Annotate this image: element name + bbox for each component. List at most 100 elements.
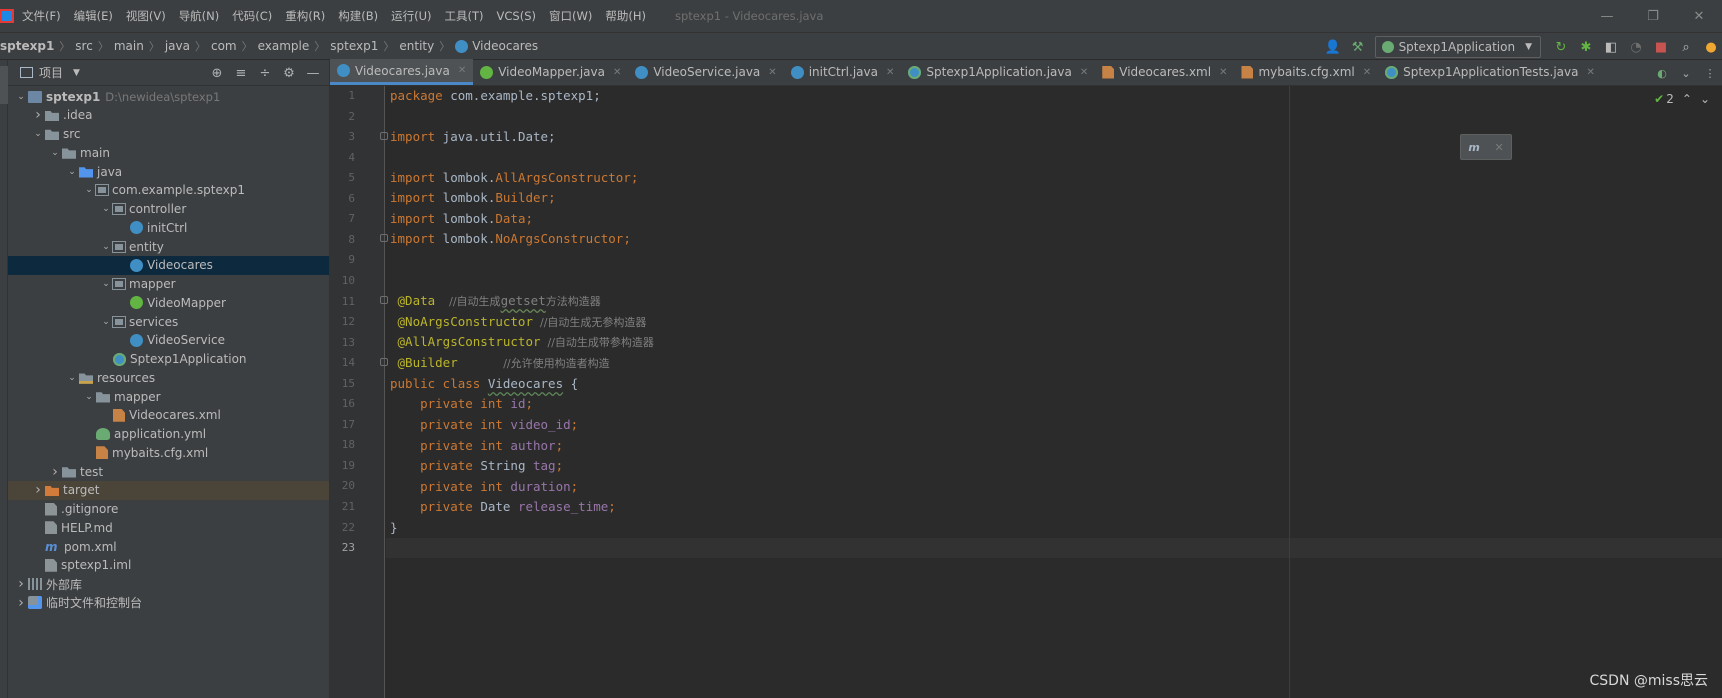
close-tab-icon[interactable]: ✕: [1586, 67, 1594, 78]
fold-marker-icon[interactable]: [380, 234, 388, 242]
project-view-selector[interactable]: 项目: [39, 64, 63, 81]
rerun-icon[interactable]: ↻: [1550, 36, 1572, 58]
tree-node-services[interactable]: ⌄ services: [8, 312, 329, 331]
close-tab-icon[interactable]: ✕: [886, 67, 894, 78]
breadcrumb-item-entity[interactable]: entity: [399, 39, 434, 53]
tree-node-videocares[interactable]: Videocares: [8, 255, 329, 275]
chevron-up-icon[interactable]: ⌃: [1682, 92, 1692, 106]
tree-node-videoservice[interactable]: VideoService: [8, 331, 329, 350]
collapse-all-icon[interactable]: ÷: [253, 66, 277, 81]
chevron-right-icon[interactable]: ›: [31, 482, 45, 498]
spring-icon[interactable]: ◐: [1650, 67, 1674, 80]
inspection-widget[interactable]: ✔ 2 ⌃ ⌄: [1646, 92, 1710, 106]
build-hammer-icon[interactable]: ⚒: [1347, 36, 1369, 58]
tree-node-mapper[interactable]: ⌄ mapper: [8, 275, 329, 294]
breadcrumb-item-java[interactable]: java: [165, 39, 190, 53]
tree-node-pom-xml[interactable]: m pom.xml: [8, 537, 329, 556]
breadcrumb-item-main[interactable]: main: [114, 39, 144, 53]
chevron-down-icon[interactable]: ⌄: [1700, 92, 1710, 106]
tree-node-main[interactable]: ⌄ main: [8, 143, 329, 162]
close-tab-icon[interactable]: ✕: [1080, 67, 1088, 78]
menu-code[interactable]: 代码(C): [232, 8, 272, 24]
close-tab-icon[interactable]: ✕: [768, 67, 776, 78]
close-window-button[interactable]: ✕: [1676, 9, 1722, 24]
chevron-down-icon[interactable]: ⌄: [1674, 67, 1698, 80]
chevron-down-icon[interactable]: ⌄: [99, 279, 113, 289]
menu-edit[interactable]: 编辑(E): [74, 8, 113, 24]
locate-file-icon[interactable]: ⊕: [205, 66, 229, 81]
chevron-right-icon[interactable]: ›: [31, 107, 45, 123]
profile-icon[interactable]: ◔: [1625, 36, 1647, 58]
fold-marker-icon[interactable]: [380, 132, 388, 140]
tree-node-mapper[interactable]: ⌄ mapper: [8, 387, 329, 406]
breadcrumb-item-sptexp1[interactable]: sptexp1: [0, 39, 54, 53]
tree-node-target[interactable]: › target: [8, 480, 329, 500]
menu-window[interactable]: 窗口(W): [549, 8, 592, 24]
menu-file[interactable]: 文件(F): [22, 8, 61, 24]
project-tool-window-tab[interactable]: [0, 66, 8, 104]
breadcrumb-item-com[interactable]: com: [211, 39, 237, 53]
breadcrumb-item-example[interactable]: example: [258, 39, 310, 53]
close-icon[interactable]: ✕: [1494, 141, 1503, 154]
chevron-down-icon[interactable]: ⌄: [65, 167, 79, 177]
editor-tab-initctrl-java[interactable]: initCtrl.java ✕: [784, 59, 902, 85]
editor-tab-sptexp1applicationtests-java[interactable]: Sptexp1ApplicationTests.java ✕: [1378, 59, 1602, 85]
fold-marker-icon[interactable]: [380, 296, 388, 304]
close-tab-icon[interactable]: ✕: [1363, 67, 1371, 78]
menu-vcs[interactable]: VCS(S): [497, 9, 536, 23]
editor-tab-sptexp1application-java[interactable]: Sptexp1Application.java ✕: [901, 59, 1095, 85]
chevron-down-icon[interactable]: ⌄: [31, 129, 45, 139]
code-editor[interactable]: 1 2 3 4 5 6 7 8 9 10 11 12 13 14 15 16 17 18 19 20 21 22 23 pa…: [330, 86, 1722, 698]
line-number-gutter[interactable]: 1 2 3 4 5 6 7 8 9 10 11 12 13 14 15 16 17 18 19 20 21 22 23: [330, 86, 385, 698]
editor-tab-videocares-java[interactable]: Videocares.java ✕: [330, 59, 474, 85]
run-configuration-selector[interactable]: Sptexp1Application ▼: [1374, 36, 1541, 58]
minimize-button[interactable]: —: [1584, 9, 1630, 24]
editor-tab-videoservice-java[interactable]: VideoService.java ✕: [628, 59, 783, 85]
search-icon[interactable]: ⌕: [1675, 36, 1697, 58]
menu-run[interactable]: 运行(U): [391, 8, 431, 24]
tree-node-mybaits-cfg-xml[interactable]: mybaits.cfg.xml: [8, 443, 329, 462]
tree-node-com-example-sptexp1[interactable]: ⌄ com.example.sptexp1: [8, 181, 329, 200]
chevron-right-icon[interactable]: ›: [14, 595, 28, 611]
menu-refactor[interactable]: 重构(R): [285, 8, 325, 24]
editor-tab-videocares-xml[interactable]: Videocares.xml ✕: [1095, 59, 1234, 85]
coverage-icon[interactable]: ◧: [1600, 36, 1622, 58]
tree-node-临时文件和控制台[interactable]: › 临时文件和控制台: [8, 593, 329, 612]
tree-node-application-yml[interactable]: application.yml: [8, 425, 329, 444]
fold-marker-icon[interactable]: [380, 358, 388, 366]
tree-node-sptexp1application[interactable]: Sptexp1Application: [8, 350, 329, 369]
update-icon[interactable]: ●: [1700, 36, 1722, 58]
tree-node-src[interactable]: ⌄ src: [8, 125, 329, 144]
menu-view[interactable]: 视图(V): [126, 8, 166, 24]
chevron-down-icon[interactable]: ⌄: [48, 148, 62, 158]
maven-reload-icon[interactable]: m: [1468, 141, 1479, 154]
menu-build[interactable]: 构建(B): [338, 8, 378, 24]
more-options-icon[interactable]: ⋮: [1698, 67, 1722, 80]
hide-panel-icon[interactable]: —: [301, 66, 325, 81]
gear-icon[interactable]: ⚙: [277, 66, 301, 81]
breadcrumb-item-sptexp1-package[interactable]: sptexp1: [330, 39, 378, 53]
editor-tab-videomapper-java[interactable]: VideoMapper.java ✕: [473, 59, 628, 85]
user-icon[interactable]: 👤: [1322, 36, 1344, 58]
tree-node-外部库[interactable]: › 外部库: [8, 575, 329, 594]
close-tab-icon[interactable]: ✕: [1219, 67, 1227, 78]
breadcrumb-item-videocares[interactable]: Videocares: [455, 39, 538, 53]
menu-tools[interactable]: 工具(T): [445, 8, 484, 24]
chevron-down-icon[interactable]: ⌄: [99, 204, 113, 214]
tree-node-videocares-xml[interactable]: Videocares.xml: [8, 406, 329, 425]
tree-node-initctrl[interactable]: initCtrl: [8, 218, 329, 237]
menu-navigate[interactable]: 导航(N): [179, 8, 220, 24]
maximize-button[interactable]: ❐: [1630, 9, 1676, 24]
chevron-down-icon[interactable]: ▼: [73, 68, 80, 78]
tree-node-help-md[interactable]: HELP.md: [8, 518, 329, 537]
tree-node-videomapper[interactable]: VideoMapper: [8, 293, 329, 312]
chevron-right-icon[interactable]: ›: [48, 464, 62, 480]
tree-node-sptexp1[interactable]: ⌄ sptexp1 D:\newidea\sptexp1: [8, 87, 329, 106]
chevron-down-icon[interactable]: ⌄: [82, 185, 96, 195]
chevron-down-icon[interactable]: ⌄: [65, 373, 79, 383]
chevron-down-icon[interactable]: ⌄: [14, 92, 28, 102]
chevron-down-icon[interactable]: ⌄: [99, 242, 113, 252]
tree-node-java[interactable]: ⌄ java: [8, 162, 329, 181]
tree-node-gitignore[interactable]: .gitignore: [8, 500, 329, 519]
breadcrumb-item-src[interactable]: src: [75, 39, 93, 53]
